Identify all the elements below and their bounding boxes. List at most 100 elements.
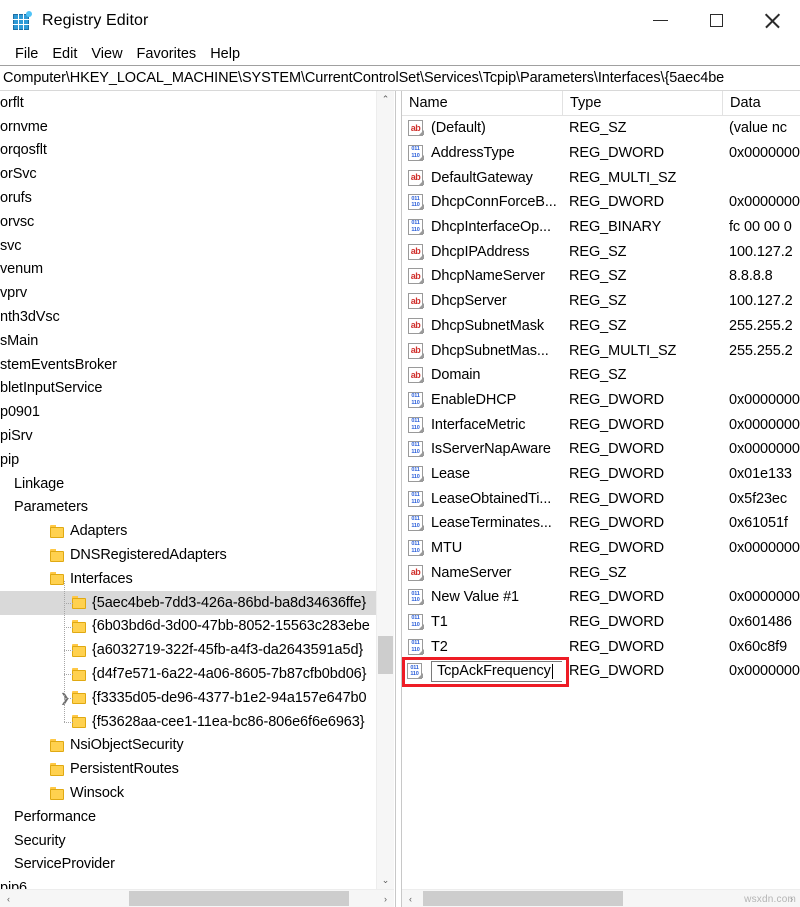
- value-name-cell[interactable]: ab DefaultGateway: [402, 169, 562, 186]
- value-name-cell[interactable]: ab DhcpSubnetMas...: [402, 342, 562, 359]
- value-row[interactable]: 011 110 LeaseObtainedTi... REG_DWORD 0x5f23e…: [402, 486, 800, 511]
- list-scroll-left-button[interactable]: ‹: [402, 890, 419, 907]
- value-row[interactable]: 011 110 IsServerNapAware REG_DWORD 0x0000000: [402, 437, 800, 462]
- tree-hscroll-track[interactable]: [17, 890, 377, 907]
- tree-item-f3335d05-de96-4377-b1e2-94a157e647b0[interactable]: ❯ {f3335d05-de96-4377-b1e2-94a157e647b0: [0, 686, 376, 710]
- value-name-cell[interactable]: 011 110 MTU: [402, 540, 562, 557]
- column-header-name[interactable]: Name: [402, 91, 562, 115]
- tree-item-linkage[interactable]: Linkage: [0, 472, 376, 496]
- value-row[interactable]: ab DhcpIPAddress REG_SZ 100.127.2: [402, 239, 800, 264]
- value-row[interactable]: ab (Default) REG_SZ (value nc: [402, 116, 800, 141]
- tree-item-orufs[interactable]: orufs: [0, 186, 376, 210]
- list-horizontal-scrollbar[interactable]: ‹ ›: [402, 889, 800, 907]
- tree-item-a6032719-322f-45fb-a4f3-da2643591a5d[interactable]: {a6032719-322f-45fb-a4f3-da2643591a5d}: [0, 638, 376, 662]
- tree-item-p0901[interactable]: p0901: [0, 400, 376, 424]
- tree-item-persistentroutes[interactable]: PersistentRoutes: [0, 757, 376, 781]
- tree-item-orflt[interactable]: orflt: [0, 91, 376, 115]
- value-row[interactable]: 011 110 T1 REG_DWORD 0x601486: [402, 610, 800, 635]
- value-row[interactable]: ab DhcpSubnetMask REG_SZ 255.255.2: [402, 314, 800, 339]
- tree-item-performance[interactable]: Performance: [0, 805, 376, 829]
- column-header-type[interactable]: Type: [562, 91, 722, 115]
- tree-item-d4f7e571-6a22-4a06-8605-7b87cfb0bd06[interactable]: {d4f7e571-6a22-4a06-8605-7b87cfb0bd06}: [0, 662, 376, 686]
- list-hscroll-track[interactable]: [419, 890, 783, 907]
- pane-splitter[interactable]: [395, 91, 402, 907]
- value-name-cell[interactable]: 011 110 Lease: [402, 465, 562, 482]
- value-name-cell[interactable]: 011 110 IsServerNapAware: [402, 441, 562, 458]
- menu-help[interactable]: Help: [203, 45, 247, 63]
- value-name-cell[interactable]: 011 110 LeaseTerminates...: [402, 515, 562, 532]
- value-rename-input[interactable]: TcpAckFrequency: [431, 660, 562, 682]
- menu-edit[interactable]: Edit: [45, 45, 84, 63]
- minimize-button[interactable]: [632, 0, 688, 41]
- value-name-cell[interactable]: ab (Default): [402, 120, 562, 137]
- tree-item-stemeventsbroker[interactable]: stemEventsBroker: [0, 353, 376, 377]
- tree-scroll-right-button[interactable]: ›: [377, 890, 394, 907]
- value-row[interactable]: 011 110 AddressType REG_DWORD 0x0000000: [402, 141, 800, 166]
- tree-item-dnsregisteredadapters[interactable]: DNSRegisteredAdapters: [0, 543, 376, 567]
- value-row[interactable]: 011 110 T2 REG_DWORD 0x60c8f9: [402, 634, 800, 659]
- tree-item-nsiobjectsecurity[interactable]: NsiObjectSecurity: [0, 734, 376, 758]
- value-row[interactable]: 011 110 LeaseTerminates... REG_DWORD 0x61051…: [402, 511, 800, 536]
- tree-scroll-up-button[interactable]: ⌃: [377, 91, 394, 108]
- menu-view[interactable]: View: [84, 45, 129, 63]
- value-name-cell[interactable]: ab DhcpNameServer: [402, 268, 562, 285]
- value-name-cell[interactable]: ab Domain: [402, 367, 562, 384]
- tree-vscroll-track[interactable]: [377, 108, 394, 872]
- value-row[interactable]: 011 110 Lease REG_DWORD 0x01e133: [402, 462, 800, 487]
- value-name-cell[interactable]: 011 110 TcpAckFrequency: [402, 660, 562, 682]
- address-bar[interactable]: Computer\HKEY_LOCAL_MACHINE\SYSTEM\Curre…: [0, 65, 800, 91]
- tree-item-pip6[interactable]: pip6: [0, 876, 376, 889]
- tree-item-nth3dvsc[interactable]: nth3dVsc: [0, 305, 376, 329]
- value-name-cell[interactable]: 011 110 InterfaceMetric: [402, 416, 562, 433]
- tree-list[interactable]: orflt ornvme orqosflt orSvc orufs orvsc svc ven…: [0, 91, 376, 889]
- value-row[interactable]: 011 110 InterfaceMetric REG_DWORD 0x0000000: [402, 412, 800, 437]
- value-name-cell[interactable]: 011 110 T1: [402, 614, 562, 631]
- tree-item-smain[interactable]: sMain: [0, 329, 376, 353]
- tree-item-winsock[interactable]: Winsock: [0, 781, 376, 805]
- value-row[interactable]: ab DhcpServer REG_SZ 100.127.2: [402, 289, 800, 314]
- value-row[interactable]: 011 110 EnableDHCP REG_DWORD 0x0000000: [402, 388, 800, 413]
- tree-item-adapters[interactable]: Adapters: [0, 519, 376, 543]
- tree-item-6b03bd6d-3d00-47bb-8052-15563c283ebe[interactable]: {6b03bd6d-3d00-47bb-8052-15563c283ebe: [0, 615, 376, 639]
- tree-item-security[interactable]: Security: [0, 829, 376, 853]
- menu-file[interactable]: File: [8, 45, 45, 63]
- tree-item-orqosflt[interactable]: orqosflt: [0, 139, 376, 163]
- value-row[interactable]: 011 110 DhcpInterfaceOp... REG_BINARY fc 00 …: [402, 215, 800, 240]
- value-name-cell[interactable]: 011 110 T2: [402, 638, 562, 655]
- tree-item-ornvme[interactable]: ornvme: [0, 115, 376, 139]
- value-name-cell[interactable]: 011 110 DhcpConnForceB...: [402, 194, 562, 211]
- tree-item-pip[interactable]: pip: [0, 448, 376, 472]
- value-name-cell[interactable]: ab DhcpSubnetMask: [402, 317, 562, 334]
- menu-favorites[interactable]: Favorites: [130, 45, 204, 63]
- value-row[interactable]: 011 110 DhcpConnForceB... REG_DWORD 0x000000…: [402, 190, 800, 215]
- maximize-button[interactable]: [688, 0, 744, 41]
- tree-item-svc[interactable]: svc: [0, 234, 376, 258]
- tree-item-venum[interactable]: venum: [0, 258, 376, 282]
- value-name-cell[interactable]: ab DhcpServer: [402, 293, 562, 310]
- close-button[interactable]: [744, 0, 800, 41]
- value-row[interactable]: 011 110 TcpAckFrequency REG_DWORD 0x0000000: [402, 659, 800, 684]
- tree-item-bletinputservice[interactable]: bletInputService: [0, 377, 376, 401]
- tree-vscroll-thumb[interactable]: [378, 636, 393, 674]
- value-name-cell[interactable]: 011 110 AddressType: [402, 145, 562, 162]
- value-row[interactable]: 011 110 New Value #1 REG_DWORD 0x0000000: [402, 585, 800, 610]
- value-row[interactable]: 011 110 MTU REG_DWORD 0x0000000: [402, 536, 800, 561]
- tree-scroll-down-button[interactable]: ⌄: [377, 872, 394, 889]
- tree-item-f53628aa-cee1-11ea-bc86-806e6f6e6963[interactable]: {f53628aa-cee1-11ea-bc86-806e6f6e6963}: [0, 710, 376, 734]
- value-row[interactable]: ab NameServer REG_SZ: [402, 560, 800, 585]
- column-header-data[interactable]: Data: [722, 91, 800, 115]
- tree-item-interfaces[interactable]: Interfaces: [0, 567, 376, 591]
- list-hscroll-thumb[interactable]: [423, 891, 623, 906]
- value-name-cell[interactable]: ab DhcpIPAddress: [402, 243, 562, 260]
- value-name-cell[interactable]: 011 110 DhcpInterfaceOp...: [402, 219, 562, 236]
- value-row[interactable]: ab DefaultGateway REG_MULTI_SZ: [402, 165, 800, 190]
- tree-item-5aec4beb-7dd3-426a-86bd-ba8d34636ffe[interactable]: {5aec4beb-7dd3-426a-86bd-ba8d34636ffe}: [0, 590, 376, 615]
- value-name-cell[interactable]: 011 110 EnableDHCP: [402, 391, 562, 408]
- tree-item-vprv[interactable]: vprv: [0, 281, 376, 305]
- tree-hscroll-thumb[interactable]: [129, 891, 349, 906]
- value-name-cell[interactable]: 011 110 New Value #1: [402, 589, 562, 606]
- tree-item-orvsc[interactable]: orvsc: [0, 210, 376, 234]
- tree-horizontal-scrollbar[interactable]: ‹ ›: [0, 889, 394, 907]
- tree-item-pisrv[interactable]: piSrv: [0, 424, 376, 448]
- tree-item-parameters[interactable]: Parameters: [0, 496, 376, 520]
